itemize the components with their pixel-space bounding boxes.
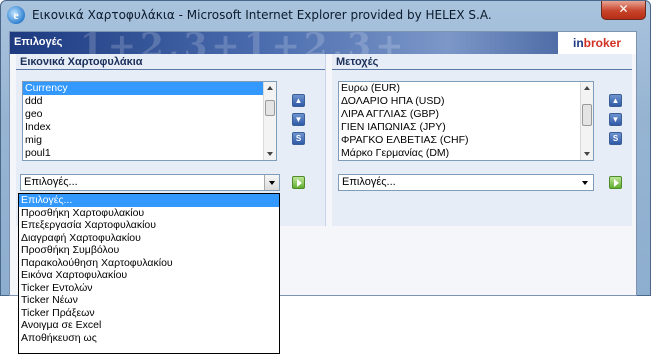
header-title: Επιλογές xyxy=(14,36,63,48)
scroll-down-icon[interactable] xyxy=(584,152,590,156)
inbroker-logo: inbroker xyxy=(558,32,636,54)
dropdown-option[interactable]: Αποθήκευση ως xyxy=(19,332,279,345)
move-down-button[interactable]: ▼ xyxy=(292,113,305,126)
dropdown-option[interactable]: Επεξεργασία Χαρτοφυλακίου xyxy=(19,219,279,232)
options-header: 1+2,3+1+2,3+ Επιλογές inbroker xyxy=(10,32,636,54)
ie-icon: e xyxy=(7,6,25,24)
stock-move-up-button[interactable]: ▲ xyxy=(609,94,622,107)
stock-list-item[interactable]: Μάρκο Γερμανίας (DM) xyxy=(339,147,593,160)
stock-list-item[interactable]: ΔΟΛΑΡΙΟ ΗΠΑ (USD) xyxy=(339,95,593,108)
close-button[interactable]: ✕ xyxy=(601,1,646,20)
portfolios-listbox[interactable]: Currency ddd geo Index mig poul1 xyxy=(22,81,277,161)
scroll-down-icon[interactable] xyxy=(267,152,273,156)
sort-button[interactable]: S xyxy=(292,132,305,145)
portfolios-scrollbar[interactable] xyxy=(263,82,276,160)
stocks-listbox[interactable]: Ευρω (EUR) ΔΟΛΑΡΙΟ ΗΠΑ (USD) ΛΙΡΑ ΑΓΓΛΙΑΣ … xyxy=(338,81,594,161)
dropdown-option[interactable]: Εικόνα Χαρτοφυλακίου xyxy=(19,269,279,282)
portfolio-actions-value: Επιλογές... xyxy=(24,176,78,188)
scroll-thumb[interactable] xyxy=(265,100,275,116)
dropdown-option[interactable]: Επιλογές... xyxy=(19,194,279,207)
scroll-up-icon[interactable] xyxy=(267,86,273,90)
portfolio-actions-select[interactable]: Επιλογές... xyxy=(20,174,280,191)
stock-list-item[interactable]: ΛΙΡΑ ΑΓΓΛΙΑΣ (GBP) xyxy=(339,108,593,121)
portfolio-actions-dropdown[interactable]: Επιλογές... Προσθήκη Χαρτοφυλακίου Επεξεργ… xyxy=(18,193,280,354)
scroll-thumb[interactable] xyxy=(582,104,592,126)
portfolio-list-item[interactable]: Index xyxy=(23,121,276,134)
stock-actions-select[interactable]: Επιλογές... xyxy=(338,174,594,191)
header-watermark: 1+2,3+1+2,3+ xyxy=(80,32,408,54)
window-title: Εικονικά Χαρτοφυλάκια - Microsoft Intern… xyxy=(32,8,492,22)
dropdown-option[interactable]: Παρακολούθηση Χαρτοφυλακίου xyxy=(19,257,279,270)
stocks-scrollbar[interactable] xyxy=(580,82,593,160)
portfolio-list-item[interactable]: geo xyxy=(23,108,276,121)
portfolio-list-item[interactable]: ddd xyxy=(23,95,276,108)
dropdown-option[interactable]: Ανοιγμα σε Excel xyxy=(19,319,279,332)
portfolio-go-button[interactable] xyxy=(292,176,305,189)
chevron-down-icon[interactable] xyxy=(264,175,279,190)
stock-list-item[interactable]: Ευρω (EUR) xyxy=(339,82,593,95)
stock-list-item[interactable]: ΦΡΑΓΚΟ ΕΛΒΕΤΙΑΣ (CHF) xyxy=(339,134,593,147)
brand-broker: broker xyxy=(583,36,622,50)
dropdown-option[interactable]: Ticker Εντολών xyxy=(19,282,279,295)
dropdown-option[interactable]: Ticker Πράξεων xyxy=(19,307,279,320)
stocks-panel: Μετοχές Ευρω (EUR) ΔΟΛΑΡΙΟ ΗΠΑ (USD) ΛΙΡΑ … xyxy=(332,54,632,226)
stock-list-item[interactable]: ΓΙΕΝ ΙΑΠΩΝΙΑΣ (JPY) xyxy=(339,121,593,134)
dropdown-option[interactable]: Διαγραφή Χαρτοφυλακίου xyxy=(19,232,279,245)
stock-go-button[interactable] xyxy=(609,176,622,189)
portfolio-list-item[interactable]: Currency xyxy=(23,82,276,95)
dropdown-option[interactable]: Προσθήκη Χαρτοφυλακίου xyxy=(19,207,279,220)
dropdown-option[interactable]: Ticker Νέων xyxy=(19,294,279,307)
title-bar[interactable]: e Εικονικά Χαρτοφυλάκια - Microsoft Inte… xyxy=(1,1,650,30)
portfolio-list-item[interactable]: mig xyxy=(23,134,276,147)
dropdown-option[interactable]: Προσθήκη Συμβόλου xyxy=(19,244,279,257)
chevron-down-icon[interactable] xyxy=(578,175,593,190)
stock-move-down-button[interactable]: ▼ xyxy=(609,113,622,126)
portfolio-list-item[interactable]: poul1 xyxy=(23,147,276,160)
brand-in: in xyxy=(572,36,584,50)
stock-actions-value: Επιλογές... xyxy=(342,176,396,188)
scroll-up-icon[interactable] xyxy=(584,86,590,90)
move-up-button[interactable]: ▲ xyxy=(292,94,305,107)
portfolios-label: Εικονικά Χαρτοφυλάκια xyxy=(16,54,325,70)
stocks-label: Μετοχές xyxy=(332,54,632,70)
stock-sort-button[interactable]: S xyxy=(609,132,622,145)
